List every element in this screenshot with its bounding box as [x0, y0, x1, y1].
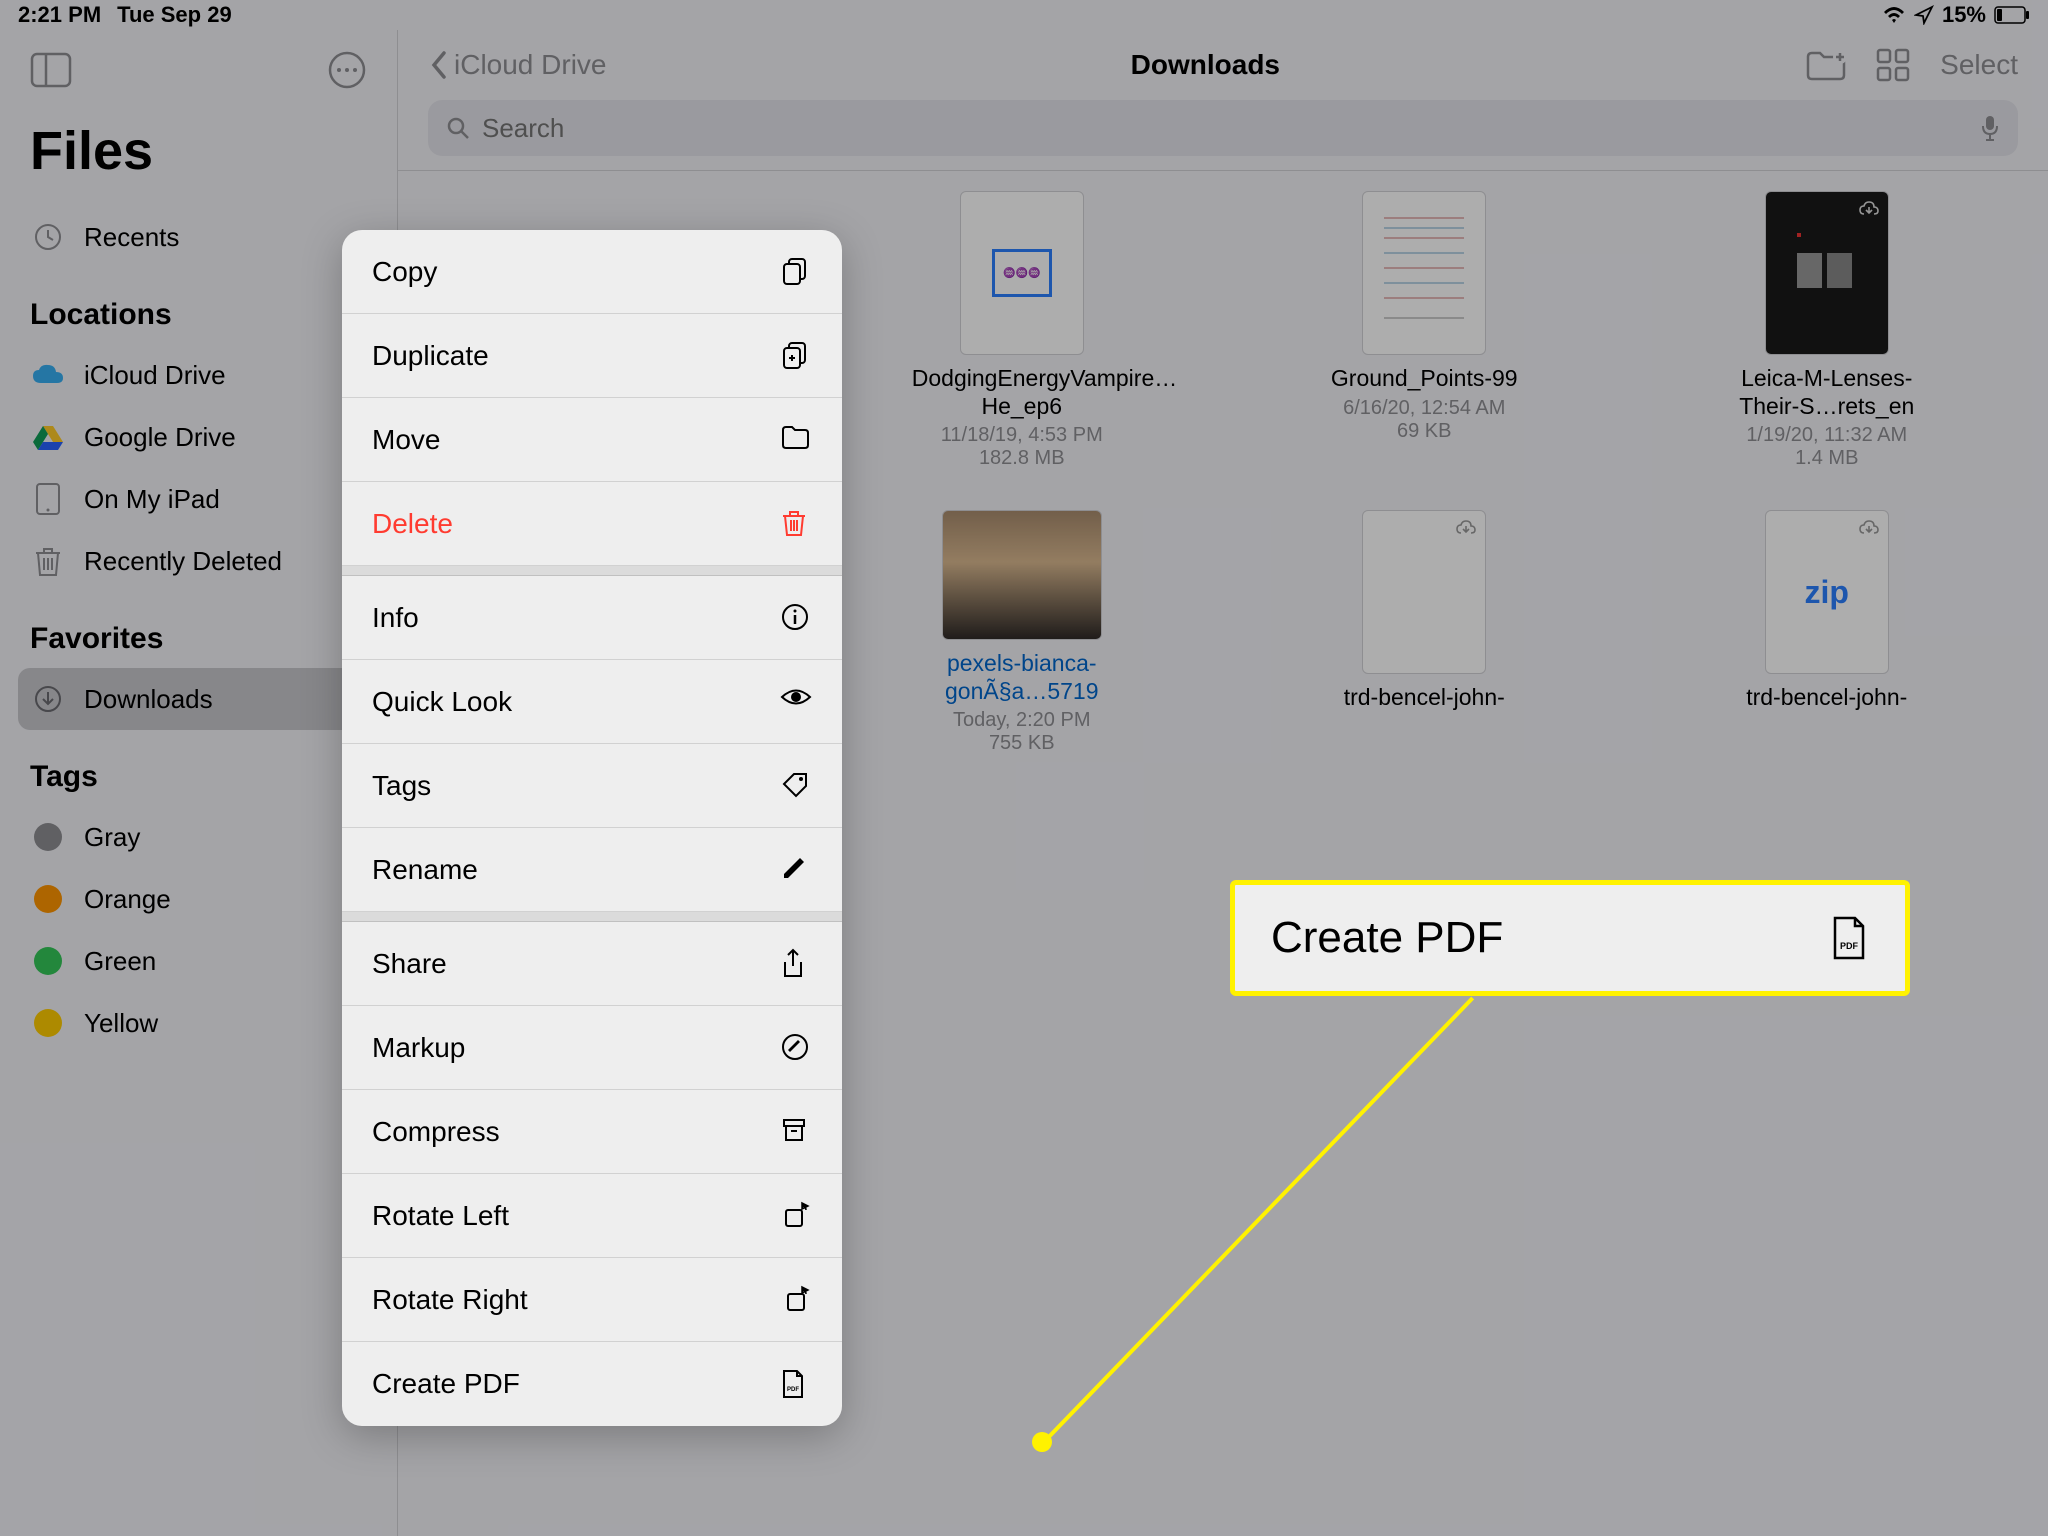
menu-label: Quick Look — [372, 686, 512, 718]
markup-icon — [780, 1032, 812, 1064]
menu-tags[interactable]: Tags — [342, 744, 842, 828]
duplicate-icon — [780, 340, 812, 372]
info-icon — [780, 602, 812, 634]
menu-delete[interactable]: Delete — [342, 482, 842, 566]
eye-icon — [780, 686, 812, 718]
callout-dot — [1032, 1432, 1052, 1452]
rotate-right-icon — [780, 1284, 812, 1316]
pencil-icon — [780, 854, 812, 886]
svg-text:PDF: PDF — [787, 1387, 799, 1393]
menu-label: Markup — [372, 1032, 465, 1064]
menu-move[interactable]: Move — [342, 398, 842, 482]
menu-label: Info — [372, 602, 419, 634]
callout-label: Create PDF — [1271, 913, 1503, 963]
menu-label: Delete — [372, 508, 453, 540]
rotate-left-icon — [780, 1200, 812, 1232]
menu-label: Rotate Right — [372, 1284, 528, 1316]
folder-icon — [780, 424, 812, 456]
menu-copy[interactable]: Copy — [342, 230, 842, 314]
menu-share[interactable]: Share — [342, 922, 842, 1006]
menu-create-pdf[interactable]: Create PDF PDF — [342, 1342, 842, 1426]
menu-info[interactable]: Info — [342, 576, 842, 660]
menu-label: Rotate Left — [372, 1200, 509, 1232]
menu-quick-look[interactable]: Quick Look — [342, 660, 842, 744]
menu-rotate-left[interactable]: Rotate Left — [342, 1174, 842, 1258]
menu-markup[interactable]: Markup — [342, 1006, 842, 1090]
menu-label: Share — [372, 948, 447, 980]
context-menu: Copy Duplicate Move Delete Info Quick Lo… — [342, 230, 842, 1426]
trash-icon — [780, 508, 812, 540]
pdf-icon: PDF — [780, 1368, 812, 1400]
tag-icon — [780, 770, 812, 802]
menu-rotate-right[interactable]: Rotate Right — [342, 1258, 842, 1342]
modal-overlay[interactable] — [0, 0, 2048, 1536]
callout-create-pdf: Create PDF PDF — [1230, 880, 1910, 996]
copy-icon — [780, 256, 812, 288]
menu-label: Move — [372, 424, 440, 456]
menu-label: Compress — [372, 1116, 500, 1148]
menu-rename[interactable]: Rename — [342, 828, 842, 912]
menu-label: Rename — [372, 854, 478, 886]
pdf-icon: PDF — [1829, 914, 1869, 962]
svg-text:PDF: PDF — [1840, 941, 1859, 951]
menu-compress[interactable]: Compress — [342, 1090, 842, 1174]
share-icon — [780, 948, 812, 980]
menu-label: Duplicate — [372, 340, 489, 372]
menu-label: Tags — [372, 770, 431, 802]
menu-duplicate[interactable]: Duplicate — [342, 314, 842, 398]
menu-label: Create PDF — [372, 1368, 520, 1400]
menu-label: Copy — [372, 256, 437, 288]
archive-icon — [780, 1116, 812, 1148]
